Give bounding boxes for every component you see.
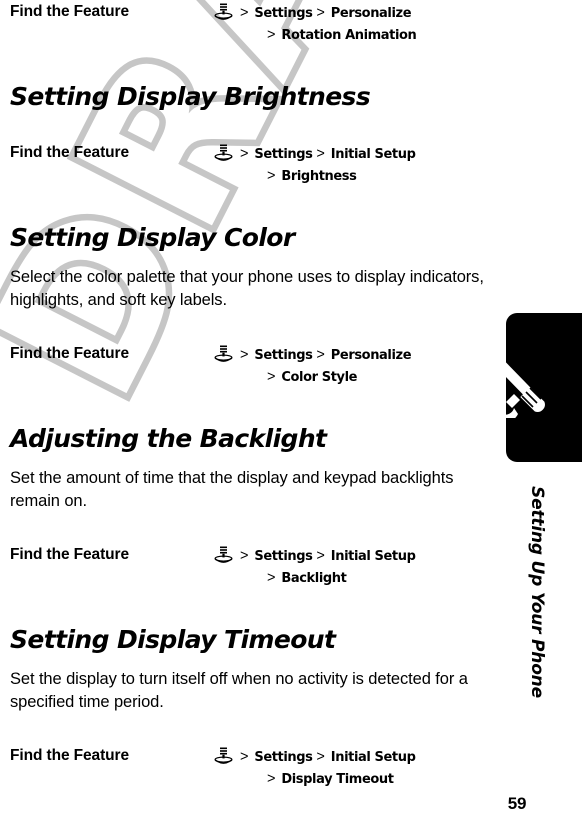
chapter-title-vertical: Setting Up Your Phone: [492, 486, 582, 746]
section-heading: Setting Display Color: [10, 223, 295, 252]
menu-item[interactable]: Personalize: [331, 6, 412, 21]
chevron-separator: >: [240, 347, 249, 363]
menu-item[interactable]: Color Style: [281, 370, 357, 385]
menu-path-line: > Rotation Animation: [240, 24, 488, 46]
find-the-feature-label: Find the Feature: [10, 3, 129, 20]
find-the-feature-row: Find the Feature > Settings > Initial Set…: [10, 141, 488, 187]
find-the-feature-row: Find the Feature > Settings > Personalize…: [10, 0, 488, 46]
menu-item[interactable]: Settings: [254, 147, 313, 162]
menu-item[interactable]: Settings: [254, 6, 313, 21]
chevron-separator: >: [316, 5, 325, 21]
joystick-navigation-key-icon: [206, 345, 240, 365]
menu-path: > Settings > Initial Setup > Brightness: [240, 143, 488, 187]
chevron-separator: >: [267, 771, 276, 787]
chevron-separator: >: [240, 146, 249, 162]
find-the-feature-row: Find the Feature > Settings > Initial Set…: [10, 744, 488, 790]
menu-item[interactable]: Backlight: [281, 571, 347, 586]
chevron-separator: >: [267, 27, 276, 43]
menu-item[interactable]: Settings: [254, 549, 313, 564]
find-the-feature-label: Find the Feature: [10, 144, 129, 161]
menu-path: > Settings > Initial Setup > Backlight: [240, 545, 488, 589]
find-the-feature-label: Find the Feature: [10, 546, 129, 563]
menu-path: > Settings > Personalize > Rotation Anima…: [240, 2, 488, 46]
chevron-separator: >: [316, 548, 325, 564]
chevron-separator: >: [316, 749, 325, 765]
chapter-tab: [489, 313, 582, 462]
chevron-separator: >: [267, 168, 276, 184]
menu-path: > Settings > Personalize > Color Style: [240, 344, 488, 388]
menu-path-line: > Display Timeout: [240, 768, 488, 790]
find-the-feature-label: Find the Feature: [10, 747, 129, 764]
menu-item[interactable]: Display Timeout: [281, 772, 394, 787]
menu-path-line: > Color Style: [240, 366, 488, 388]
find-the-feature-label: Find the Feature: [10, 345, 129, 362]
chevron-separator: >: [267, 369, 276, 385]
tools-wrench-screwdriver-icon: [489, 358, 556, 423]
section-heading: Adjusting the Backlight: [10, 424, 327, 453]
manual-page: Find the Feature > Settings > Personalize…: [0, 0, 582, 819]
menu-item[interactable]: Rotation Animation: [281, 28, 416, 43]
chapter-sidebar: Setting Up Your Phone: [489, 0, 582, 819]
menu-path-line: > Settings > Initial Setup: [240, 545, 488, 567]
joystick-navigation-key-icon: [206, 3, 240, 23]
menu-path-line: > Brightness: [240, 165, 488, 187]
menu-path: > Settings > Initial Setup > Display Time…: [240, 746, 488, 790]
joystick-navigation-key-icon: [206, 747, 240, 767]
body-paragraph: Set the display to turn itself off when …: [10, 670, 468, 711]
chevron-separator: >: [267, 570, 276, 586]
page-number: 59: [507, 794, 527, 813]
joystick-navigation-key-icon: [206, 144, 240, 164]
chevron-separator: >: [240, 5, 249, 21]
chevron-separator: >: [316, 347, 325, 363]
menu-path-line: > Settings > Initial Setup: [240, 746, 488, 768]
find-the-feature-row: Find the Feature > Settings > Personalize…: [10, 342, 488, 388]
page-content-column: Find the Feature > Settings > Personalize…: [10, 0, 488, 790]
menu-item[interactable]: Initial Setup: [331, 549, 416, 564]
menu-item[interactable]: Initial Setup: [331, 147, 416, 162]
menu-item[interactable]: Brightness: [281, 169, 357, 184]
body-paragraph: Select the color palette that your phone…: [10, 268, 484, 309]
menu-path-line: > Settings > Personalize: [240, 2, 488, 24]
chevron-separator: >: [316, 146, 325, 162]
menu-path-line: > Backlight: [240, 567, 488, 589]
menu-path-line: > Settings > Initial Setup: [240, 143, 488, 165]
menu-item[interactable]: Settings: [254, 348, 313, 363]
section-heading: Setting Display Timeout: [10, 625, 336, 654]
menu-item[interactable]: Settings: [254, 750, 313, 765]
chevron-separator: >: [240, 749, 249, 765]
section-heading: Setting Display Brightness: [10, 82, 371, 111]
menu-path-line: > Settings > Personalize: [240, 344, 488, 366]
menu-item[interactable]: Personalize: [331, 348, 412, 363]
joystick-navigation-key-icon: [206, 546, 240, 566]
chevron-separator: >: [240, 548, 249, 564]
menu-item[interactable]: Initial Setup: [331, 750, 416, 765]
body-paragraph: Set the amount of time that the display …: [10, 469, 454, 510]
find-the-feature-row: Find the Feature > Settings > Initial Set…: [10, 543, 488, 589]
chapter-title-text: Setting Up Your Phone: [527, 486, 547, 698]
